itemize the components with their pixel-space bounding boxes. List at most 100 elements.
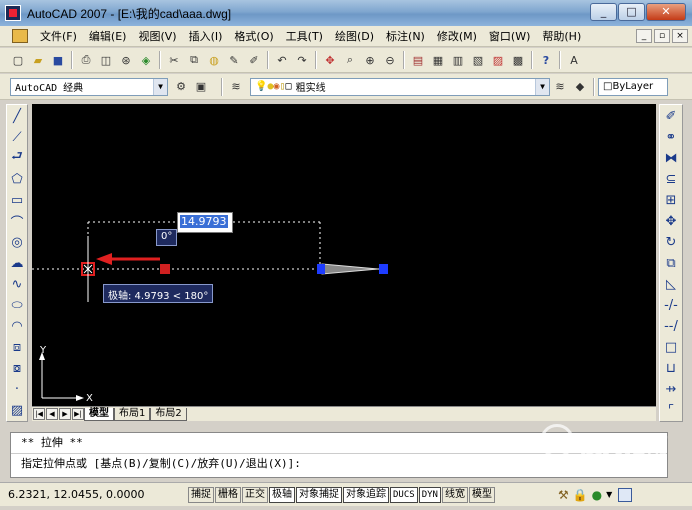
break-icon[interactable]: □ — [662, 338, 680, 356]
minimize-button[interactable]: _ — [590, 3, 617, 21]
stretch-icon[interactable]: ◺ — [662, 275, 680, 293]
doc-close-button[interactable]: × — [672, 29, 688, 43]
menu-insert[interactable]: 插入(I) — [183, 28, 229, 44]
tab-model[interactable]: 模型 — [84, 407, 114, 421]
move-icon[interactable]: ✥ — [662, 212, 680, 230]
doc-minimize-button[interactable]: _ — [636, 29, 652, 43]
dyn-toggle[interactable]: DYN — [418, 486, 441, 503]
rectangle-icon[interactable]: ▭ — [8, 191, 26, 209]
trim-icon[interactable]: -/- — [662, 296, 680, 314]
doc-restore-button[interactable]: ▫ — [654, 29, 670, 43]
save-icon[interactable]: ■ — [49, 51, 67, 69]
zoom-realtime-icon[interactable]: ⌕ — [341, 51, 359, 69]
close-button[interactable]: ✕ — [646, 3, 686, 21]
menu-format[interactable]: 格式(O) — [228, 28, 279, 44]
menu-tools[interactable]: 工具(T) — [280, 28, 329, 44]
print-preview-icon[interactable]: ◫ — [97, 51, 115, 69]
open-file-icon[interactable]: ▰ — [29, 51, 47, 69]
help-icon[interactable]: ? — [537, 51, 555, 69]
menu-modify[interactable]: 修改(M) — [431, 28, 483, 44]
workspace-settings-icon[interactable]: ⚙ — [172, 78, 190, 96]
make-block-icon[interactable]: ⧇ — [8, 359, 26, 377]
document-icon[interactable] — [12, 29, 28, 43]
paste-icon[interactable]: ◍ — [205, 51, 223, 69]
menu-file[interactable]: 文件(F) — [34, 28, 83, 44]
publish-icon[interactable]: ◈ — [137, 51, 155, 69]
menu-help[interactable]: 帮助(H) — [536, 28, 587, 44]
polygon-icon[interactable]: ⬠ — [8, 170, 26, 188]
clean-screen-icon[interactable] — [618, 487, 633, 502]
line-icon[interactable]: ╱ — [8, 107, 26, 125]
menu-draw[interactable]: 绘图(D) — [329, 28, 380, 44]
lineweight-toggle[interactable]: 线宽 — [441, 486, 468, 503]
copy-object-icon[interactable]: ⚭ — [662, 128, 680, 146]
copy-icon[interactable]: ⧉ — [185, 51, 203, 69]
new-file-icon[interactable]: ▢ — [9, 51, 27, 69]
rotate-icon[interactable]: ↻ — [662, 233, 680, 251]
mirror-icon[interactable]: ⧓ — [662, 149, 680, 167]
print-icon[interactable]: ⎙ — [77, 51, 95, 69]
arc-icon[interactable]: ⌒ — [8, 212, 26, 231]
communication-icon[interactable]: ● — [592, 488, 602, 502]
erase-icon[interactable]: ✐ — [662, 107, 680, 125]
lock-icon[interactable]: 🔒 — [573, 488, 588, 502]
model-toggle[interactable]: 模型 — [468, 486, 495, 503]
layer-manager-icon[interactable]: ≋ — [227, 78, 245, 96]
offset-icon[interactable]: ⊆ — [662, 170, 680, 188]
zoom-previous-icon[interactable]: ⊖ — [381, 51, 399, 69]
point-icon[interactable]: · — [8, 380, 26, 398]
tray-settings-icon[interactable]: ⚒ — [558, 488, 569, 502]
prev-tab-button[interactable]: ◀ — [46, 408, 58, 420]
autocad-app-icon[interactable] — [5, 5, 21, 21]
markup-icon[interactable]: ▨ — [489, 51, 507, 69]
snap-toggle[interactable]: 捕捉 — [188, 486, 214, 503]
next-tab-button[interactable]: ▶ — [59, 408, 71, 420]
osnap-toggle[interactable]: 对象捕捉 — [296, 486, 342, 503]
revision-cloud-icon[interactable]: ☁ — [8, 254, 26, 272]
color-dropdown[interactable]: □ ByLayer — [598, 77, 668, 96]
extend-icon[interactable]: --/ — [662, 317, 680, 335]
sheet-set-icon[interactable]: ▧ — [469, 51, 487, 69]
join-icon[interactable]: ⊔ — [662, 359, 680, 377]
properties-icon[interactable]: ▤ — [409, 51, 427, 69]
zoom-window-icon[interactable]: ⊕ — [361, 51, 379, 69]
last-tab-button[interactable]: ▶| — [72, 408, 84, 420]
otrack-toggle[interactable]: 对象追踪 — [343, 486, 389, 503]
drawing-canvas[interactable]: Y X 14.9793 0° 极轴: 4.9793 < 180° — [32, 104, 656, 406]
hatch-icon[interactable]: ▨ — [8, 401, 26, 419]
maximize-button[interactable]: □ — [618, 3, 645, 21]
ellipse-arc-icon[interactable]: ◠ — [8, 317, 26, 335]
workspace-dropdown[interactable]: AutoCAD 经典 ▼ — [10, 77, 168, 96]
grid-toggle[interactable]: 栅格 — [215, 486, 241, 503]
scale-icon[interactable]: ⧉ — [662, 254, 680, 272]
save-workspace-icon[interactable]: ▣ — [192, 78, 210, 96]
menu-view[interactable]: 视图(V) — [132, 28, 182, 44]
block-editor-icon[interactable]: ✐ — [245, 51, 263, 69]
ortho-toggle[interactable]: 正交 — [242, 486, 268, 503]
match-properties-icon[interactable]: ✎ — [225, 51, 243, 69]
menu-dimension[interactable]: 标注(N) — [380, 28, 431, 44]
plot-icon[interactable]: ⊛ — [117, 51, 135, 69]
make-current-layer-icon[interactable]: ≋ — [551, 78, 569, 96]
tab-layout1[interactable]: 布局1 — [114, 407, 151, 421]
tab-layout2[interactable]: 布局2 — [150, 407, 187, 421]
menu-edit[interactable]: 编辑(E) — [83, 28, 133, 44]
array-icon[interactable]: ⊞ — [662, 191, 680, 209]
layer-dropdown[interactable]: 💡 ● ◉ ▯ □ 粗实线 ▼ — [250, 77, 550, 96]
design-center-icon[interactable]: ▦ — [429, 51, 447, 69]
circle-icon[interactable]: ◎ — [8, 233, 26, 251]
text-style-icon[interactable]: A — [565, 51, 583, 69]
pan-icon[interactable]: ✥ — [321, 51, 339, 69]
spline-icon[interactable]: ∿ — [8, 275, 26, 293]
dynamic-input-field[interactable]: 14.9793 — [177, 212, 233, 233]
polar-toggle[interactable]: 极轴 — [269, 486, 295, 503]
polyline-icon[interactable]: ⮐ — [8, 149, 26, 167]
insert-block-icon[interactable]: ⧈ — [8, 338, 26, 356]
first-tab-button[interactable]: |◀ — [33, 408, 45, 420]
cut-icon[interactable]: ✂ — [165, 51, 183, 69]
calculator-icon[interactable]: ▩ — [509, 51, 527, 69]
undo-icon[interactable]: ↶ — [273, 51, 291, 69]
chevron-down-icon[interactable]: ▼ — [606, 490, 612, 499]
construction-line-icon[interactable]: ⟋ — [8, 128, 26, 146]
tool-palettes-icon[interactable]: ▥ — [449, 51, 467, 69]
